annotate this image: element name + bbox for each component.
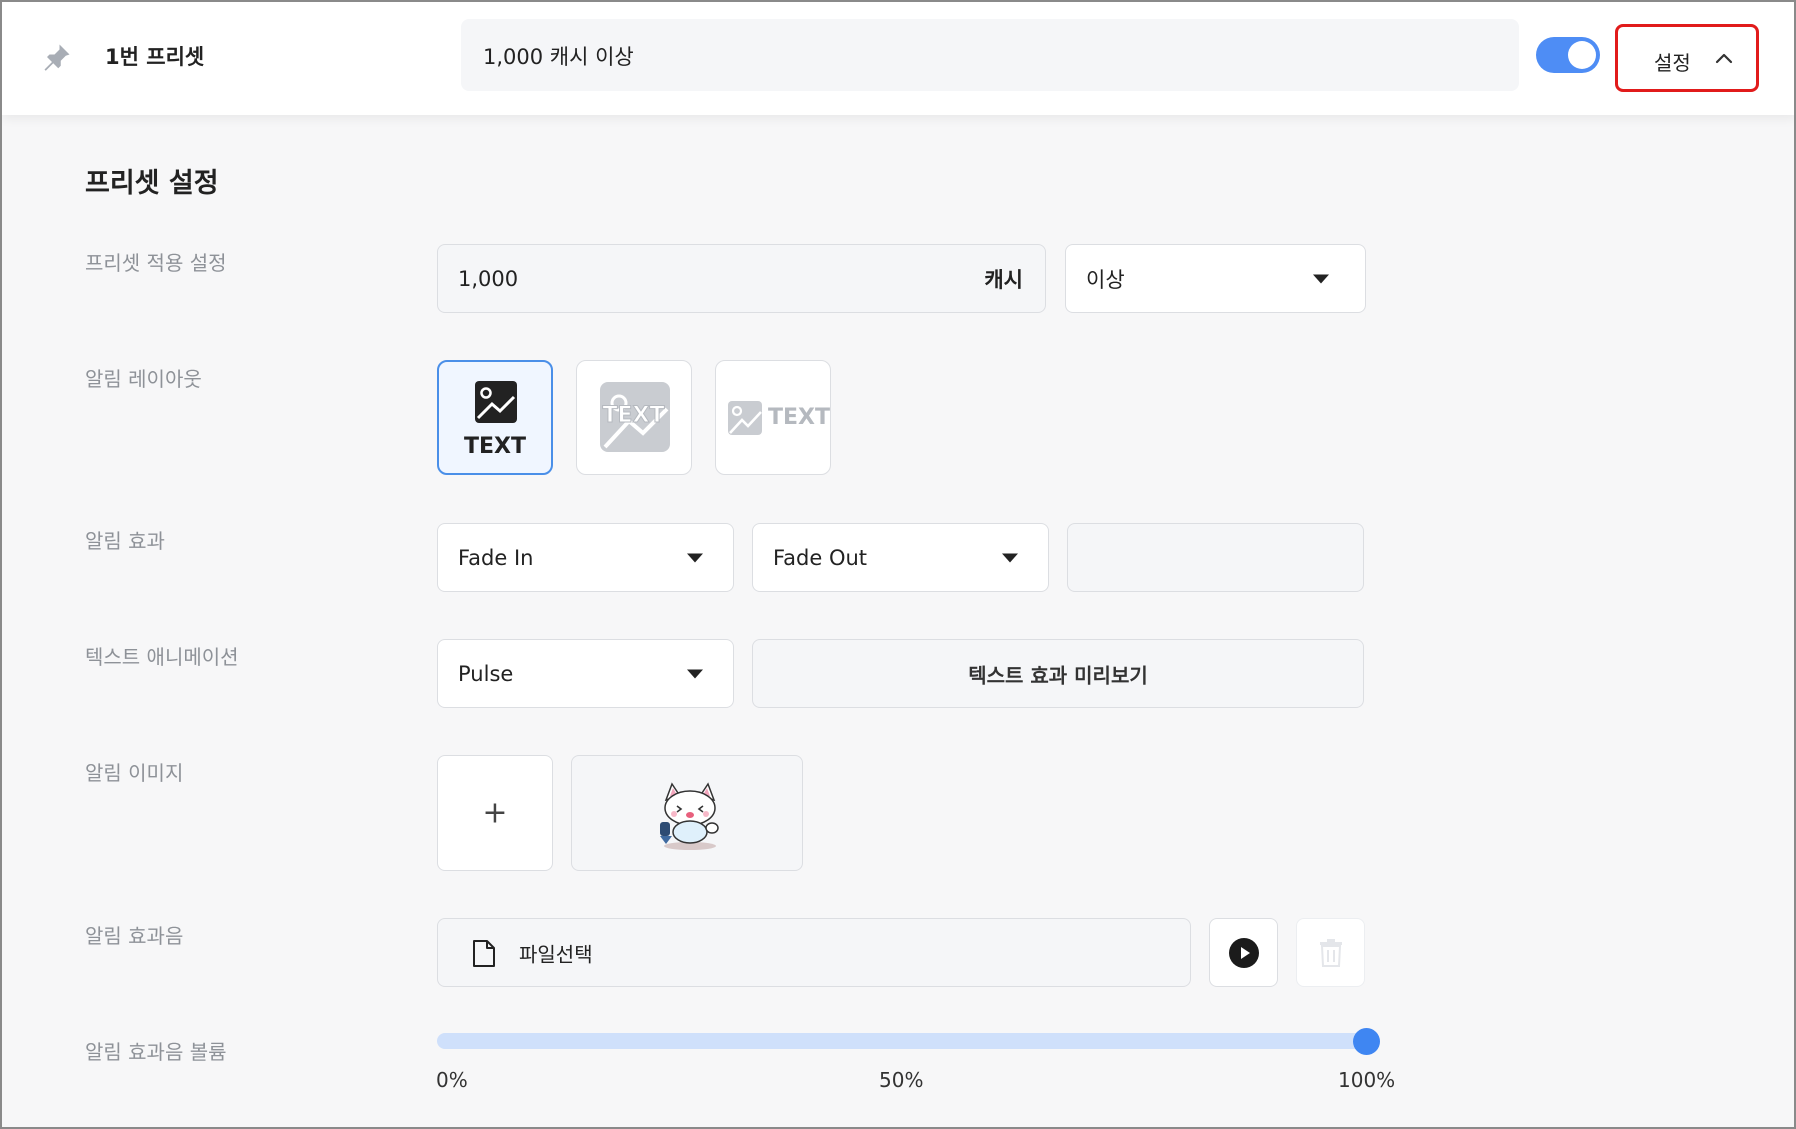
volume-tick-0: 0% xyxy=(436,1068,468,1092)
text-effect-preview-button[interactable]: 텍스트 효과 미리보기 xyxy=(752,639,1364,708)
preset-panel: 1번 프리셋 1,000 캐시 이상 설정 프리셋 설정 프리셋 적용 설정 1… xyxy=(0,0,1796,1129)
amount-input[interactable]: 1,000 캐시 xyxy=(437,244,1046,313)
volume-label: 알림 효과음 볼륨 xyxy=(85,1040,227,1064)
text-effect-preview-label: 텍스트 효과 미리보기 xyxy=(968,663,1148,687)
cat-character-image xyxy=(660,782,719,850)
text-animation-value: Pulse xyxy=(458,661,514,686)
alert-image-thumbnail[interactable] xyxy=(571,755,803,871)
preset-enable-toggle[interactable] xyxy=(1536,37,1600,73)
file-select-label: 파일선택 xyxy=(519,942,593,966)
condition-value: 이상 xyxy=(1086,267,1125,292)
effect-in-select[interactable]: Fade In xyxy=(437,523,734,592)
plus-icon: + xyxy=(482,795,508,831)
layout-option-text: TEXT xyxy=(463,434,526,459)
effect-out-value: Fade Out xyxy=(773,545,868,570)
caret-down-icon xyxy=(687,669,703,678)
effect-in-value: Fade In xyxy=(458,545,534,570)
pin-icon[interactable] xyxy=(42,42,72,72)
volume-tick-50: 50% xyxy=(879,1068,924,1092)
trash-icon xyxy=(1320,939,1342,967)
image-icon xyxy=(728,401,762,435)
condition-select[interactable]: 이상 xyxy=(1065,244,1366,313)
settings-button-label: 설정 xyxy=(1654,51,1691,75)
layout-option-text: TEXT xyxy=(602,403,665,429)
play-sound-button[interactable] xyxy=(1209,918,1278,987)
file-icon xyxy=(473,940,495,967)
layout-option-text: TEXT xyxy=(768,405,831,430)
image-label: 알림 이미지 xyxy=(85,761,184,785)
sound-label: 알림 효과음 xyxy=(85,924,184,948)
volume-slider-track[interactable] xyxy=(437,1033,1367,1049)
preset-summary-text: 1,000 캐시 이상 xyxy=(483,45,634,69)
image-icon xyxy=(475,381,517,423)
preset-header: 1번 프리셋 1,000 캐시 이상 설정 xyxy=(2,2,1794,115)
chevron-up-icon xyxy=(1715,53,1733,64)
delete-sound-button[interactable] xyxy=(1296,918,1365,987)
effect-extra-field[interactable] xyxy=(1067,523,1364,592)
amount-value: 1,000 xyxy=(458,266,519,291)
sound-file-select[interactable]: 파일선택 xyxy=(437,918,1191,987)
caret-down-icon xyxy=(687,553,703,562)
play-icon xyxy=(1229,938,1259,968)
amount-unit: 캐시 xyxy=(984,267,1023,292)
text-animation-label: 텍스트 애니메이션 xyxy=(85,645,239,669)
layout-option-image-above-text[interactable]: TEXT xyxy=(437,360,553,475)
add-image-button[interactable]: + xyxy=(437,755,553,871)
effect-label: 알림 효과 xyxy=(85,529,165,553)
apply-label: 프리셋 적용 설정 xyxy=(85,251,227,275)
preset-name: 1번 프리셋 xyxy=(105,45,205,69)
caret-down-icon xyxy=(1002,553,1018,562)
layout-label: 알림 레이아웃 xyxy=(85,367,202,391)
caret-down-icon xyxy=(1313,274,1329,283)
layout-option-image-left-text[interactable]: TEXT xyxy=(715,360,831,475)
layout-option-text-over-image[interactable]: TEXT xyxy=(576,360,692,475)
section-title: 프리셋 설정 xyxy=(85,168,219,199)
effect-out-select[interactable]: Fade Out xyxy=(752,523,1049,592)
preset-summary: 1,000 캐시 이상 xyxy=(461,19,1519,91)
settings-button[interactable]: 설정 xyxy=(1615,24,1759,92)
volume-slider-handle[interactable] xyxy=(1353,1028,1380,1055)
volume-tick-100: 100% xyxy=(1338,1068,1396,1092)
toggle-knob xyxy=(1568,41,1596,69)
text-animation-select[interactable]: Pulse xyxy=(437,639,734,708)
